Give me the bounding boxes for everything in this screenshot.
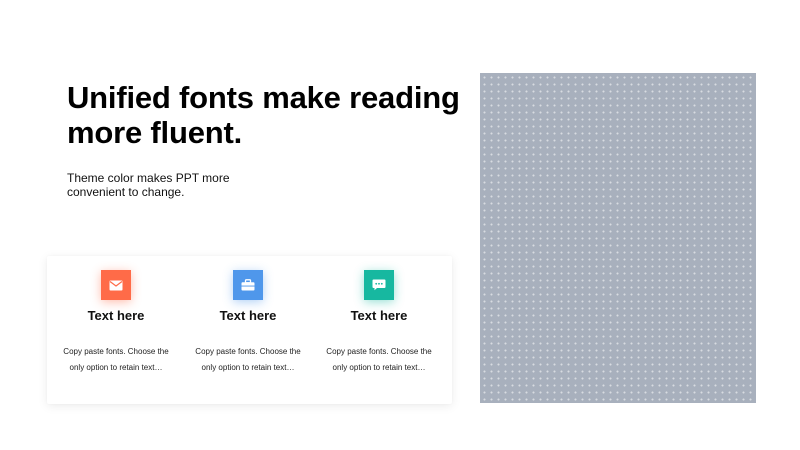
email-badge <box>101 270 131 300</box>
chat-badge <box>364 270 394 300</box>
slide: Unified fonts make reading more fluent. … <box>0 0 800 450</box>
feature-item-2: Text here Copy paste fonts. Choose the o… <box>193 270 303 400</box>
feature-title: Text here <box>219 308 277 323</box>
feature-description: Copy paste fonts. Choose the only option… <box>326 347 432 372</box>
chat-bubble-icon <box>372 279 386 291</box>
slide-headline: Unified fonts make reading more fluent. <box>67 80 460 150</box>
envelope-icon <box>109 280 123 291</box>
feature-description: Copy paste fonts. Choose the only option… <box>63 347 169 372</box>
briefcase-icon <box>241 279 255 291</box>
feature-item-1: Text here Copy paste fonts. Choose the o… <box>61 270 171 400</box>
feature-description: Copy paste fonts. Choose the only option… <box>195 347 301 372</box>
feature-item-3: Text here Copy paste fonts. Choose the o… <box>324 270 434 400</box>
feature-card-panel: Text here Copy paste fonts. Choose the o… <box>47 256 452 404</box>
image-placeholder <box>480 73 756 403</box>
feature-title: Text here <box>350 308 408 323</box>
feature-title: Text here <box>87 308 145 323</box>
slide-subtext: Theme color makes PPT more convenient to… <box>67 171 230 199</box>
briefcase-badge <box>233 270 263 300</box>
